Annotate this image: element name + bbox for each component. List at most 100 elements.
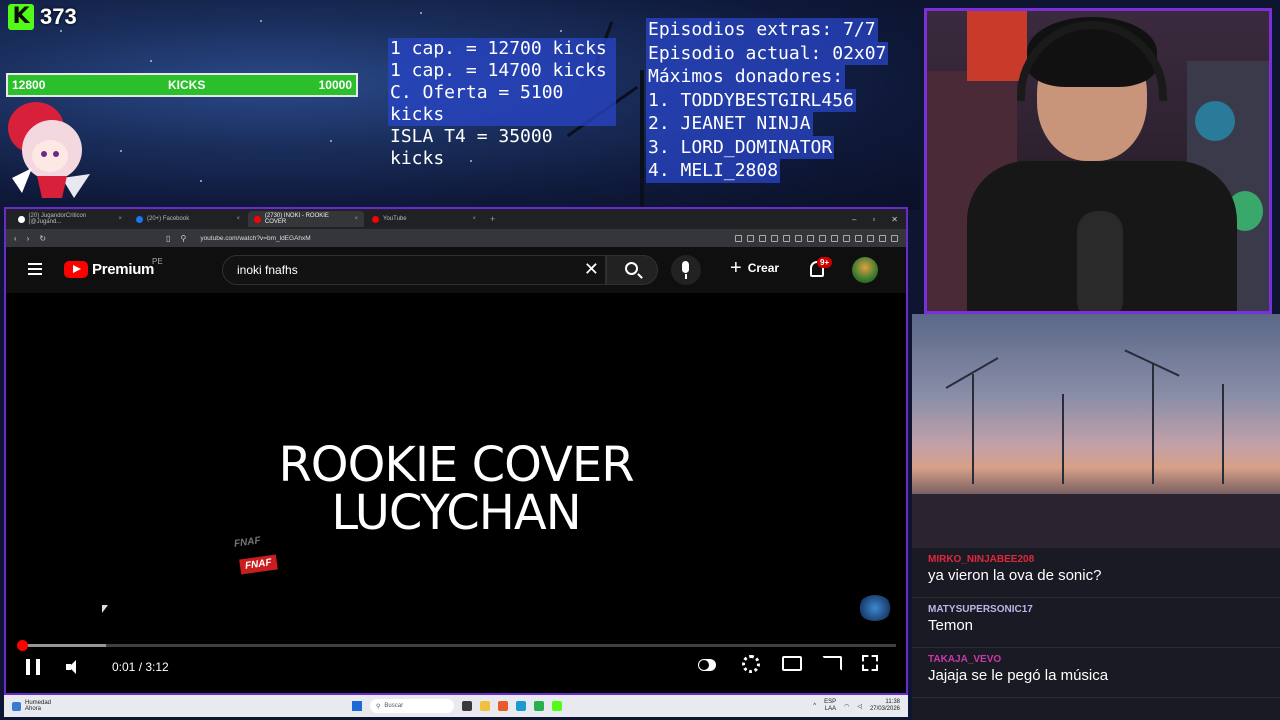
price-list: 1 cap. = 12700 kicks 1 cap. = 14700 kick… — [388, 38, 616, 169]
reload-icon[interactable]: ↻ — [39, 234, 46, 243]
windows-taskbar: Humedad Ahora ⚲ Buscar ^ ESP LAA ◠ ◁ 11:… — [4, 695, 908, 717]
chat-username: MIRKO_NINJABEE208 — [928, 554, 1035, 565]
extension-icon[interactable] — [855, 234, 862, 242]
kick-count: 373 — [40, 4, 77, 29]
tab-youtube-video[interactable]: (2730) INOKI - ROOKIE COVER × — [248, 211, 364, 227]
back-icon[interactable]: ‹ — [14, 234, 17, 243]
tray-chevron-icon[interactable]: ^ — [813, 703, 816, 709]
time-display: 0:01 / 3:12 — [112, 660, 169, 674]
price-line: 1 cap. = 14700 kicks — [390, 60, 607, 81]
seek-handle[interactable] — [17, 640, 29, 651]
search-input[interactable]: inoki fnafhs ✕ — [222, 255, 606, 285]
extension-icon[interactable] — [831, 234, 838, 242]
site-info-icon[interactable]: ⚲ — [180, 234, 186, 243]
extension-icon[interactable] — [879, 234, 886, 242]
url-field[interactable]: youtube.com/watch?v=bm_ldEGAhxM — [200, 235, 310, 242]
bookmark-icon[interactable]: ▯ — [166, 234, 170, 243]
notification-badge: 9+ — [817, 257, 833, 268]
tab-twitter[interactable]: (20) JugandorCriticon (@Jugand... × — [12, 211, 128, 227]
address-bar: ‹ › ↻ ▯ ⚲ youtube.com/watch?v=bm_ldEGAhx… — [6, 229, 906, 247]
speaker-icon[interactable]: ◁ — [857, 703, 862, 710]
create-button[interactable]: + Crear — [730, 258, 779, 278]
channel-watermark-icon[interactable] — [858, 595, 892, 621]
extension-icon[interactable] — [783, 234, 790, 242]
close-tab-icon[interactable]: × — [472, 216, 476, 222]
extension-icon[interactable] — [843, 234, 850, 242]
voice-search-button[interactable] — [671, 255, 701, 285]
menu-icon[interactable] — [28, 263, 42, 275]
microphone — [1077, 211, 1123, 311]
network-icon[interactable]: ◠ — [844, 703, 849, 710]
clock[interactable]: 11:38 27/03/2026 — [870, 699, 900, 713]
file-explorer-icon[interactable] — [480, 701, 490, 711]
seek-bar[interactable] — [17, 640, 896, 651]
minimize-icon[interactable]: – — [852, 215, 856, 224]
tab-facebook[interactable]: (20+) Facebook × — [130, 211, 246, 227]
fullscreen-icon[interactable] — [862, 655, 878, 671]
youtube-play-icon — [64, 261, 88, 278]
browser-window: (20) JugandorCriticon (@Jugand... × (20+… — [4, 207, 908, 695]
youtube-header: Premium PE inoki fnafhs ✕ + Crear 9+ — [6, 247, 906, 293]
taskbar-search[interactable]: ⚲ Buscar — [370, 699, 454, 713]
extension-icon[interactable] — [867, 234, 874, 242]
extension-icon[interactable] — [807, 234, 814, 242]
video-title-line: ROOKIE COVER — [278, 437, 634, 493]
clear-search-icon[interactable]: ✕ — [584, 259, 599, 280]
close-tab-icon[interactable]: × — [236, 216, 240, 222]
close-tab-icon[interactable]: × — [118, 216, 122, 222]
extension-icon[interactable] — [759, 234, 766, 242]
extension-icon[interactable] — [747, 234, 754, 242]
search-icon: ⚲ — [376, 703, 381, 710]
tab-label: (20) JugandorCriticon (@Jugand... — [28, 213, 87, 225]
donor-item: 2. JEANET NINJA — [646, 112, 813, 136]
weather-widget[interactable]: Humedad Ahora — [4, 700, 344, 712]
clock-time: 11:38 — [885, 699, 900, 705]
taskbar-search-label: Buscar — [384, 703, 404, 709]
cast-icon[interactable] — [822, 656, 842, 671]
chat-username: TAKAJA_VEVO — [928, 654, 1002, 665]
autoplay-toggle[interactable] — [698, 659, 716, 671]
youtube-icon — [254, 215, 261, 223]
extension-icon[interactable] — [891, 234, 898, 242]
stream-chat: MIRKO_NINJABEE208 ya vieron la ova de so… — [912, 548, 1280, 720]
maximize-icon[interactable]: ▫ — [872, 215, 875, 224]
pause-icon[interactable] — [26, 659, 40, 675]
close-window-icon[interactable]: ✕ — [891, 215, 898, 224]
goal-target: 10000 — [318, 78, 352, 92]
video-player[interactable]: ROOKIE COVER LUCYCHAN FNAF FNAF 0:01 / 3… — [6, 295, 906, 693]
extension-icon[interactable] — [771, 234, 778, 242]
kicks-goal-bar: 12800 KICKS 10000 — [6, 73, 358, 97]
chat-text: Temon — [928, 617, 974, 634]
price-line: ISLA T4 = 35000 kicks — [390, 126, 553, 169]
youtube-logo[interactable]: Premium — [64, 261, 154, 278]
volume-icon[interactable] — [66, 660, 82, 674]
pinned-apps — [462, 701, 562, 711]
app-icon[interactable] — [516, 701, 526, 711]
sunset-windmill-panel — [912, 314, 1280, 550]
episode-info: Episodios extras: 7/7 Episodio actual: 0… — [646, 18, 902, 183]
extension-icon[interactable] — [819, 234, 826, 242]
close-tab-icon[interactable]: × — [354, 216, 358, 222]
donors-title: Máximos donadores: — [646, 65, 846, 89]
task-view-icon[interactable] — [462, 701, 472, 711]
buffered-bar — [18, 644, 106, 647]
tab-youtube[interactable]: YouTube × — [366, 211, 482, 227]
search-value: inoki fnafhs — [237, 263, 298, 277]
input-language[interactable]: ESP — [824, 699, 836, 706]
facebook-icon — [136, 215, 143, 223]
new-tab-icon[interactable]: + — [490, 214, 495, 224]
start-menu-icon[interactable] — [352, 701, 362, 711]
brave-browser-icon[interactable] — [498, 701, 508, 711]
app-icon[interactable] — [534, 701, 544, 711]
extension-icon[interactable] — [795, 234, 802, 242]
kick-app-icon[interactable] — [552, 701, 562, 711]
search-button[interactable] — [606, 255, 658, 285]
extension-icon[interactable] — [735, 234, 742, 242]
video-title-line: LUCYCHAN — [331, 485, 581, 541]
avatar[interactable] — [852, 257, 878, 283]
miniplayer-icon[interactable] — [782, 656, 802, 671]
forward-icon[interactable]: › — [27, 234, 30, 243]
extension-icons — [735, 234, 898, 242]
donor-item: 3. LORD_DOMINATOR — [646, 135, 835, 159]
settings-gear-icon[interactable] — [742, 655, 760, 673]
